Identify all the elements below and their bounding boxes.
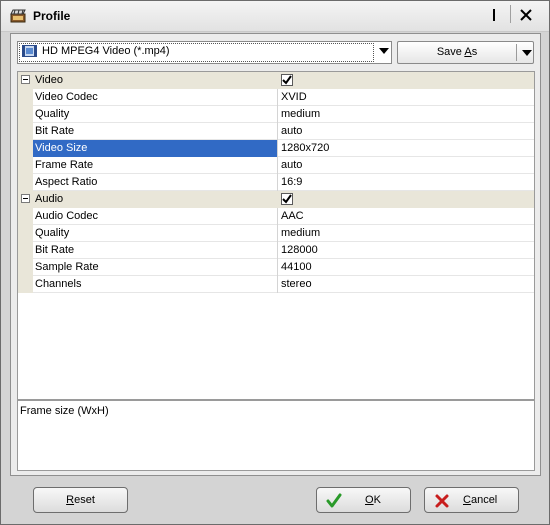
profile-panel: HD MPEG4 Video (*.mp4) Save As Video Vid… <box>10 33 541 476</box>
property-row[interactable]: Audio Codec AAC <box>18 208 534 225</box>
row-gutter <box>18 123 33 140</box>
row-gutter <box>18 242 33 259</box>
property-row[interactable]: Aspect Ratio 16:9 <box>18 174 534 191</box>
category-video[interactable]: Video <box>18 72 534 89</box>
property-row[interactable]: Quality medium <box>18 106 534 123</box>
property-name: Bit Rate <box>33 123 278 140</box>
row-gutter <box>18 140 33 157</box>
collapse-icon[interactable] <box>21 75 30 84</box>
property-value[interactable]: 16:9 <box>281 174 531 191</box>
property-value[interactable]: auto <box>281 157 531 174</box>
property-name: Frame Rate <box>33 157 278 174</box>
property-row[interactable]: Bit Rate 128000 <box>18 242 534 259</box>
property-value[interactable]: medium <box>281 225 531 242</box>
property-row[interactable]: Frame Rate auto <box>18 157 534 174</box>
property-row[interactable]: Sample Rate 44100 <box>18 259 534 276</box>
clapper-icon <box>10 9 26 23</box>
title-bar: Profile <box>1 1 549 32</box>
row-gutter <box>18 106 33 123</box>
property-name: Audio Codec <box>33 208 278 225</box>
property-name: Video Size <box>33 140 278 157</box>
save-as-dropdown-icon[interactable] <box>522 50 532 56</box>
row-gutter <box>18 276 33 293</box>
video-enabled-checkbox[interactable] <box>281 74 293 86</box>
property-value[interactable]: stereo <box>281 276 531 293</box>
reset-button[interactable]: Reset <box>33 487 128 513</box>
minimize-icon <box>493 9 495 21</box>
row-gutter <box>18 208 33 225</box>
row-gutter <box>18 89 33 106</box>
property-name: Quality <box>33 106 278 123</box>
format-select[interactable]: HD MPEG4 Video (*.mp4) <box>17 41 392 64</box>
audio-enabled-checkbox[interactable] <box>281 193 293 205</box>
property-name: Quality <box>33 225 278 242</box>
save-as-button[interactable]: Save As <box>397 41 534 64</box>
format-select-value: HD MPEG4 Video (*.mp4) <box>42 45 170 57</box>
checkmark-icon <box>282 75 292 85</box>
reset-label: Reset <box>66 494 95 506</box>
profile-window: Profile HD MPEG4 Video (*.mp4) Save As V… <box>0 0 550 525</box>
property-value[interactable]: auto <box>281 123 531 140</box>
cross-icon <box>435 494 449 508</box>
property-name: Channels <box>33 276 278 293</box>
row-gutter <box>18 225 33 242</box>
minimize-button[interactable] <box>479 3 509 27</box>
property-name: Video Codec <box>33 89 278 106</box>
property-row-selected[interactable]: Video Size 1280x720 <box>18 140 534 157</box>
ok-button[interactable]: OK <box>316 487 411 513</box>
property-value[interactable]: 128000 <box>281 242 531 259</box>
category-label: Audio <box>35 193 64 205</box>
save-as-divider <box>516 44 517 61</box>
cancel-button[interactable]: Cancel <box>424 487 519 513</box>
row-gutter <box>18 157 33 174</box>
category-label: Video <box>35 74 63 86</box>
ok-label: OK <box>365 494 381 506</box>
category-audio[interactable]: Audio <box>18 191 534 208</box>
property-row[interactable]: Channels stereo <box>18 276 534 293</box>
description-text: Frame size (WxH) <box>20 405 109 417</box>
property-row[interactable]: Quality medium <box>18 225 534 242</box>
row-gutter <box>18 259 33 276</box>
property-value[interactable]: medium <box>281 106 531 123</box>
property-name: Aspect Ratio <box>33 174 278 191</box>
property-value[interactable]: AAC <box>281 208 531 225</box>
property-value[interactable]: 44100 <box>281 259 531 276</box>
property-row[interactable]: Bit Rate auto <box>18 123 534 140</box>
property-name: Bit Rate <box>33 242 278 259</box>
property-value[interactable]: XVID <box>281 89 531 106</box>
collapse-icon[interactable] <box>21 194 30 203</box>
property-value[interactable]: 1280x720 <box>281 140 531 157</box>
description-panel: Frame size (WxH) <box>17 400 535 471</box>
property-name: Sample Rate <box>33 259 278 276</box>
chevron-down-icon[interactable] <box>379 48 389 54</box>
property-row[interactable]: Video Codec XVID <box>18 89 534 106</box>
checkmark-icon <box>326 493 342 508</box>
property-grid: Video Video Codec XVID Quality medium Bi… <box>17 71 535 400</box>
save-as-label: Save As <box>436 46 478 58</box>
close-icon <box>520 9 532 21</box>
checkmark-icon <box>282 194 292 204</box>
window-title: Profile <box>33 9 71 23</box>
video-file-icon <box>22 45 37 57</box>
cancel-label: Cancel <box>463 494 498 506</box>
close-button[interactable] <box>511 3 541 27</box>
row-gutter <box>18 174 33 191</box>
